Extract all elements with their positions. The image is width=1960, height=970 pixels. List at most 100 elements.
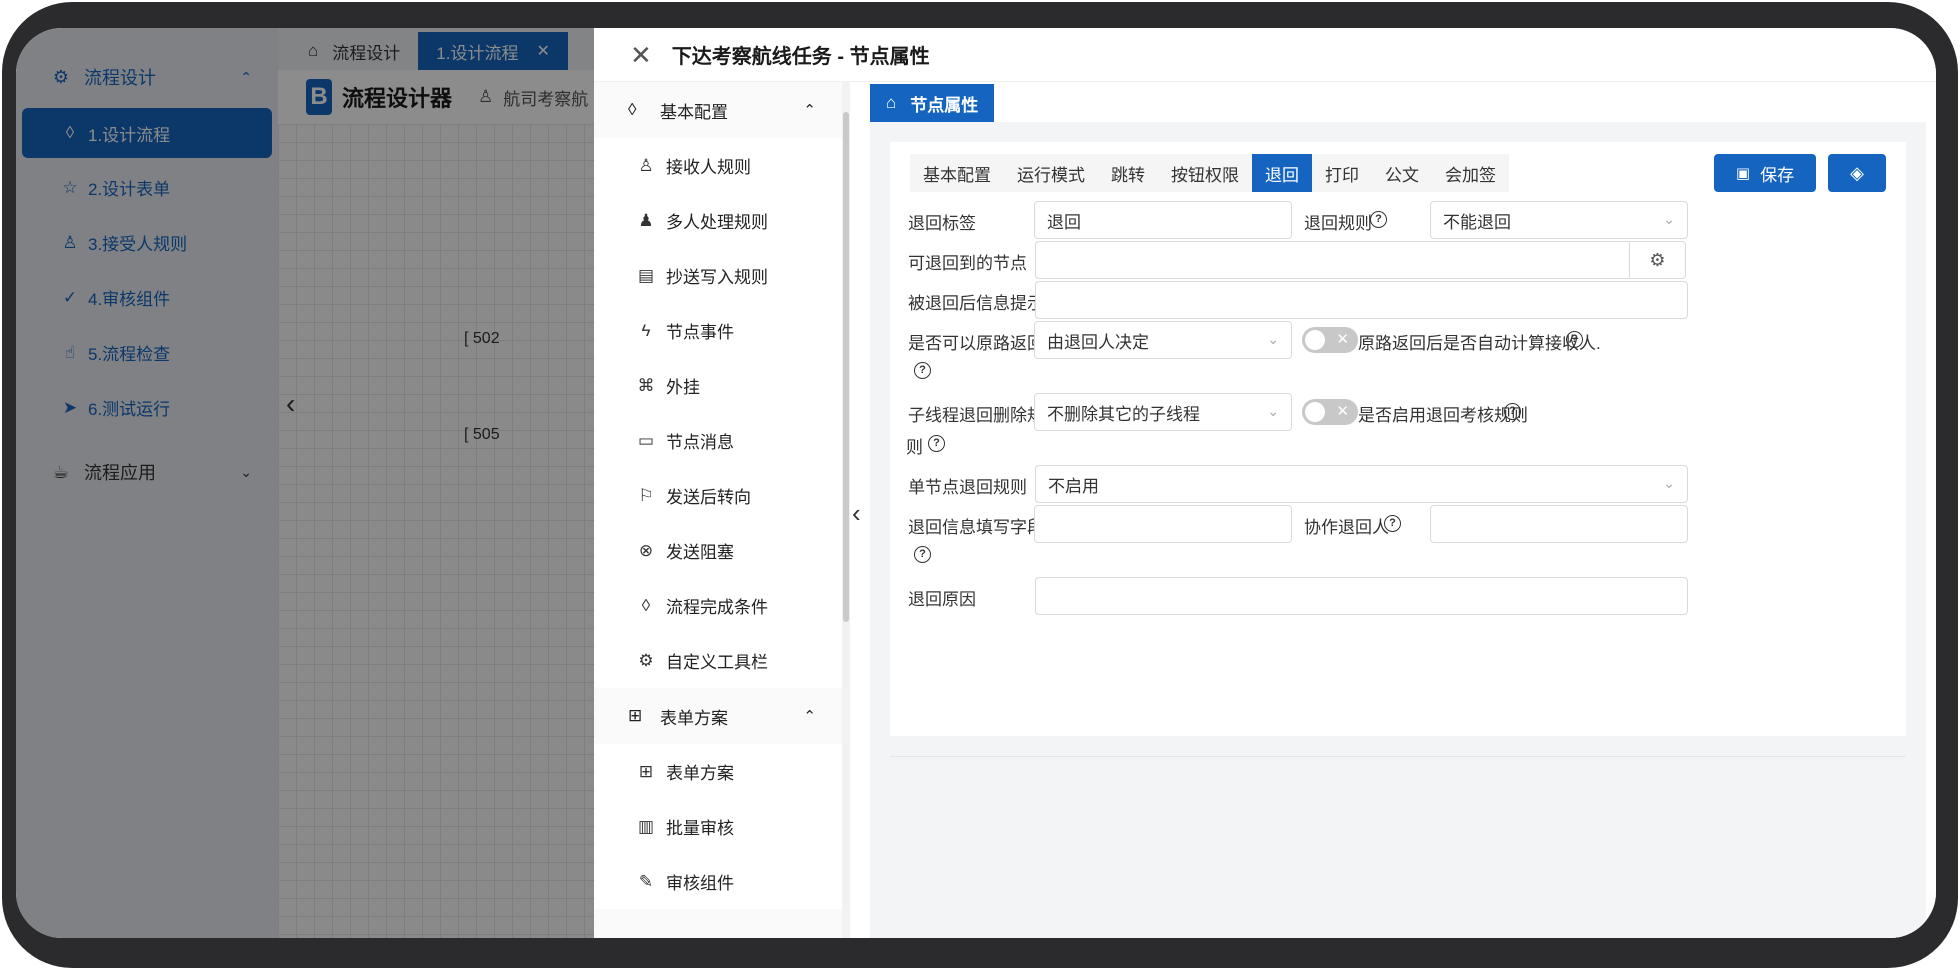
single-node-rule-label: 单节点退回规则 [908, 478, 1027, 497]
chevron-down-icon: ⌄ [1663, 211, 1675, 227]
users-icon: ♟ [638, 210, 654, 230]
tab-countersign[interactable]: 会加签 [1432, 154, 1509, 192]
help-icon[interactable]: ? [1504, 403, 1521, 420]
after-return-tip-label: 被退回后信息提示 [908, 294, 1044, 313]
nav-item-send-block[interactable]: ⊗ 发送阻塞 [594, 523, 842, 578]
nav-item-review-component[interactable]: ✎ 审核组件 [594, 854, 842, 909]
tab-print[interactable]: 打印 [1312, 154, 1372, 192]
help-icon[interactable]: ? [914, 362, 931, 379]
nav-item-complete-condition[interactable]: ◊ 流程完成条件 [594, 578, 842, 633]
signpost-icon: ⚐ [638, 485, 654, 505]
close-icon: ✕ [1336, 403, 1349, 420]
nav-item-cc-rules[interactable]: ▤ 抄送写入规则 [594, 248, 842, 303]
nav-item-label: 批量审核 [666, 819, 734, 838]
drawer-header: ✕ 下达考察航线任务 - 节点属性 [594, 28, 1936, 82]
nav-item-custom-toolbar[interactable]: ⚙ 自定义工具栏 [594, 633, 842, 688]
subthread-rule-select[interactable]: 不删除其它的子线程 ⌄ [1034, 393, 1292, 431]
gear-icon[interactable]: ⚙ [1629, 242, 1685, 278]
original-path-label: 是否可以原路返回 [908, 334, 1044, 353]
nav-item-label: 外挂 [666, 378, 700, 397]
help-icon[interactable]: ? [928, 435, 945, 452]
gear-icon: ⚙ [638, 650, 654, 670]
nav-group-label: 表单方案 [660, 708, 728, 728]
layers-button[interactable]: ◈ [1828, 154, 1886, 192]
help-icon[interactable]: ? [1566, 331, 1583, 348]
nav-item-label: 多人处理规则 [666, 213, 768, 232]
tab-document[interactable]: 公文 [1372, 154, 1432, 192]
nav-item-node-message[interactable]: ▭ 节点消息 [594, 413, 842, 468]
return-rule-select[interactable]: 不能退回 ⌄ [1430, 201, 1688, 239]
return-label-input[interactable]: 退回 [1034, 201, 1292, 239]
nav-item-multi-handler[interactable]: ♟ 多人处理规则 [594, 193, 842, 248]
single-node-rule-select[interactable]: 不启用 ⌄ [1035, 465, 1688, 503]
after-return-tip-input[interactable] [1035, 281, 1688, 319]
return-rule-value: 不能退回 [1443, 212, 1511, 232]
return-reason-label: 退回原因 [908, 590, 976, 609]
nav-item-label: 节点消息 [666, 433, 734, 452]
help-icon[interactable]: ? [1370, 211, 1387, 228]
save-icon: ▣ [1735, 165, 1751, 182]
droplet-icon: ◊ [628, 100, 637, 119]
nav-item-plugin[interactable]: ⌘ 外挂 [594, 358, 842, 413]
help-icon[interactable]: ? [914, 546, 931, 563]
grid-icon: ⊞ [638, 761, 654, 781]
batch-icon: ▥ [637, 816, 655, 836]
content-tabbar: ⌂ 节点属性 [870, 82, 1926, 122]
chevron-down-icon: ⌄ [1663, 475, 1675, 491]
nav-group-form[interactable]: ⊞ 表单方案 ⌃ [594, 688, 842, 744]
return-reason-input[interactable] [1035, 577, 1688, 615]
user-icon: ♙ [638, 155, 654, 175]
nav-item-receiver-rules[interactable]: ♙ 接收人规则 [594, 138, 842, 193]
tab-run-mode[interactable]: 运行模式 [1004, 154, 1098, 192]
chevron-up-icon: ⌃ [803, 708, 816, 725]
close-icon: ✕ [1336, 331, 1349, 348]
nav-group-label: 基本配置 [660, 102, 728, 122]
nav-item-label: 表单方案 [666, 764, 734, 783]
nav-item-node-events[interactable]: ϟ 节点事件 [594, 303, 842, 358]
nav-item-label: 发送阻塞 [666, 543, 734, 562]
close-icon[interactable]: ✕ [630, 42, 652, 68]
help-icon[interactable]: ? [1384, 515, 1401, 532]
layers-icon: ◈ [1850, 162, 1864, 183]
return-info-field-input[interactable] [1034, 505, 1292, 543]
tab-button-permission[interactable]: 按钮权限 [1158, 154, 1252, 192]
nav-scrollbar-thumb[interactable] [843, 112, 849, 622]
message-icon: ▭ [637, 430, 655, 450]
toggle-knob [1305, 402, 1325, 422]
plugin-icon: ⌘ [637, 375, 655, 395]
returnable-nodes-input[interactable]: ⚙ [1035, 241, 1686, 279]
nav-item-label: 自定义工具栏 [666, 653, 768, 672]
nav-item-label: 接收人规则 [666, 158, 751, 177]
divider [890, 756, 1906, 757]
nav-scrollbar[interactable] [842, 82, 850, 938]
book-icon: ▤ [637, 265, 655, 285]
original-path-select[interactable]: 由退回人决定 ⌄ [1034, 321, 1292, 359]
tab-node-properties[interactable]: ⌂ 节点属性 [870, 84, 995, 122]
chevron-down-icon: ⌄ [1267, 403, 1279, 419]
drawer-title: 下达考察航线任务 - 节点属性 [671, 46, 930, 68]
nav-item-after-send[interactable]: ⚐ 发送后转向 [594, 468, 842, 523]
content-area: ⌂ 节点属性 基本配置 运行模式 跳转 按钮权限 退回 打印 公文 会加签 ▣ [870, 82, 1926, 938]
nav-item-batch-review[interactable]: ▥ 批量审核 [594, 799, 842, 854]
nav-group-basic[interactable]: ◊ 基本配置 ⌃ [594, 82, 842, 138]
return-assess-toggle[interactable]: ✕ [1302, 399, 1358, 425]
original-path-value: 由退回人决定 [1047, 332, 1149, 352]
nav-item-label: 发送后转向 [666, 488, 751, 507]
coop-returner-input[interactable] [1430, 505, 1688, 543]
subthread-rule-value: 不删除其它的子线程 [1047, 404, 1200, 424]
node-properties-drawer: ✕ 下达考察航线任务 - 节点属性 ◊ 基本配置 ⌃ ♙ 接收人规则 ♟ 多人处理规… [594, 28, 1936, 938]
tab-return[interactable]: 退回 [1252, 154, 1312, 192]
nav-item-label: 抄送写入规则 [666, 268, 768, 287]
block-icon: ⊗ [638, 540, 654, 560]
tab-basic-config[interactable]: 基本配置 [910, 154, 1004, 192]
collapse-nav-icon[interactable]: ‹ [852, 498, 861, 529]
nav-item-form-scheme[interactable]: ⊞ 表单方案 [594, 744, 842, 799]
auto-calc-receiver-label: 原路返回后是否自动计算接收人. [1358, 334, 1601, 353]
return-info-field-label: 退回信息填写字段 [908, 518, 1044, 537]
auto-calc-receiver-toggle[interactable]: ✕ [1302, 327, 1358, 353]
save-button[interactable]: ▣ 保存 [1714, 154, 1816, 192]
chevron-down-icon: ⌄ [1267, 331, 1279, 347]
bolt-icon: ϟ [641, 320, 651, 340]
tab-jump[interactable]: 跳转 [1098, 154, 1158, 192]
properties-panel: 基本配置 运行模式 跳转 按钮权限 退回 打印 公文 会加签 ▣ 保存 ◈ 退回… [890, 142, 1906, 736]
